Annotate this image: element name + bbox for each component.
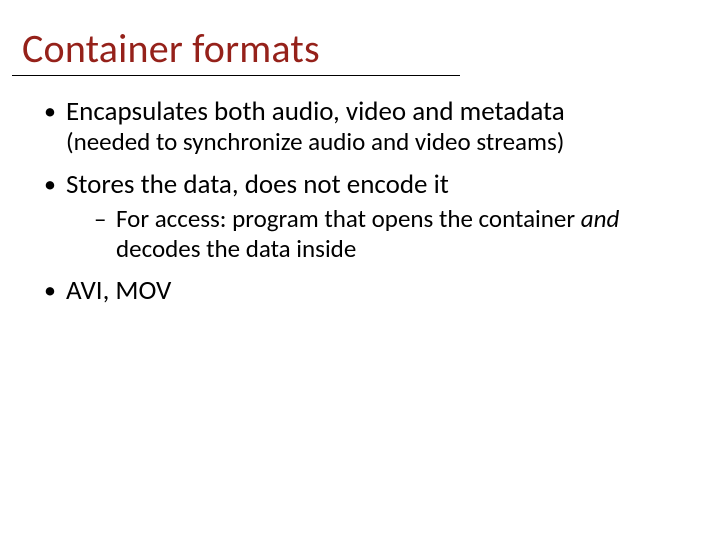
- slide-body: Encapsulates both audio, video and metad…: [22, 96, 698, 307]
- bullet-item: Stores the data, does not encode it For …: [44, 169, 698, 264]
- sub-bullet-suffix: decodes the data inside: [116, 233, 356, 264]
- bullet-item: AVI, MOV: [44, 275, 698, 307]
- bullet-list: Encapsulates both audio, video and metad…: [22, 96, 698, 307]
- slide-title: Container formats: [22, 24, 320, 73]
- sub-bullet-italic: and: [581, 203, 620, 234]
- bullet-subtext: (needed to synchronize audio and video s…: [66, 128, 698, 157]
- bullet-text: Encapsulates both audio, video and metad…: [66, 95, 565, 128]
- sub-bullet-prefix: For access: program that opens the conta…: [116, 203, 581, 234]
- bullet-text: AVI, MOV: [66, 274, 171, 307]
- bullet-text: Stores the data, does not encode it: [66, 168, 449, 201]
- sub-bullet-list: For access: program that opens the conta…: [66, 204, 698, 263]
- sub-bullet-item: For access: program that opens the conta…: [94, 204, 698, 263]
- bullet-item: Encapsulates both audio, video and metad…: [44, 96, 698, 157]
- slide: Container formats Encapsulates both audi…: [0, 0, 720, 540]
- title-underline: Container formats: [12, 24, 460, 76]
